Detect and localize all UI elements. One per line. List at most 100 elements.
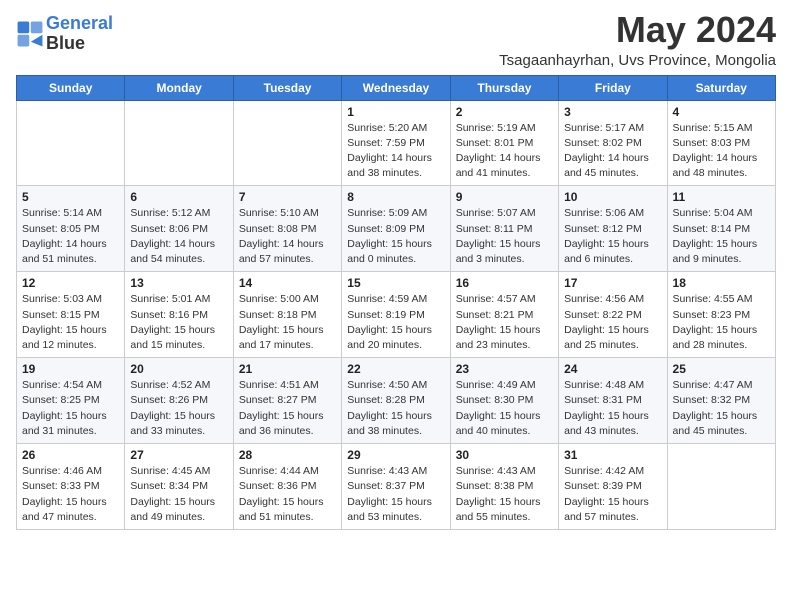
calendar-cell: 22 Sunrise: 4:50 AM Sunset: 8:28 PM Dayli… [342,358,450,444]
day-number: 24 [564,362,661,376]
title-block: May 2024 Tsagaanhayrhan, Uvs Province, M… [499,10,776,69]
weekday-header-tuesday: Tuesday [233,75,341,100]
calendar-cell: 29Sunrise: 4:43 AM Sunset: 8:37 PM Dayli… [342,444,450,530]
day-number: 9 [456,190,553,204]
day-info: Sunrise: 5:20 AM Sunset: 7:59 PM Dayligh… [347,121,444,182]
day-number: 29 [347,448,444,462]
day-number: 4 [673,105,770,119]
calendar-cell: 24 Sunrise: 4:48 AM Sunset: 8:31 PM Dayli… [559,358,667,444]
day-number: 31 [564,448,661,462]
day-number: 8 [347,190,444,204]
day-info: Sunrise: 4:46 AM Sunset: 8:33 PM Dayligh… [22,464,119,525]
day-info: Sunrise: 4:42 AM Sunset: 8:39 PM Dayligh… [564,464,661,525]
calendar-cell [17,100,125,186]
logo-text: GeneralBlue [46,14,113,54]
day-number: 17 [564,276,661,290]
day-info: Sunrise: 4:59 AM Sunset: 8:19 PM Dayligh… [347,292,444,353]
calendar-cell: 9 Sunrise: 5:07 AM Sunset: 8:11 PM Daylig… [450,186,558,272]
calendar-cell: 15Sunrise: 4:59 AM Sunset: 8:19 PM Dayli… [342,272,450,358]
day-info: Sunrise: 4:50 AM Sunset: 8:28 PM Dayligh… [347,378,444,439]
calendar-week-1: 1 Sunrise: 5:20 AM Sunset: 7:59 PM Daylig… [17,100,776,186]
day-info: Sunrise: 4:47 AM Sunset: 8:32 PM Dayligh… [673,378,770,439]
day-info: Sunrise: 5:01 AM Sunset: 8:16 PM Dayligh… [130,292,227,353]
calendar-cell: 17 Sunrise: 4:56 AM Sunset: 8:22 PM Dayli… [559,272,667,358]
day-info: Sunrise: 5:09 AM Sunset: 8:09 PM Dayligh… [347,206,444,267]
weekday-header-row: SundayMondayTuesdayWednesdayThursdayFrid… [17,75,776,100]
calendar-cell: 23Sunrise: 4:49 AM Sunset: 8:30 PM Dayli… [450,358,558,444]
day-info: Sunrise: 4:48 AM Sunset: 8:31 PM Dayligh… [564,378,661,439]
calendar-cell [667,444,775,530]
day-info: Sunrise: 5:00 AM Sunset: 8:18 PM Dayligh… [239,292,336,353]
day-info: Sunrise: 5:06 AM Sunset: 8:12 PM Dayligh… [564,206,661,267]
day-info: Sunrise: 5:14 AM Sunset: 8:05 PM Dayligh… [22,206,119,267]
day-info: Sunrise: 5:10 AM Sunset: 8:08 PM Dayligh… [239,206,336,267]
day-info: Sunrise: 4:44 AM Sunset: 8:36 PM Dayligh… [239,464,336,525]
day-info: Sunrise: 4:54 AM Sunset: 8:25 PM Dayligh… [22,378,119,439]
day-info: Sunrise: 4:56 AM Sunset: 8:22 PM Dayligh… [564,292,661,353]
calendar-cell: 31 Sunrise: 4:42 AM Sunset: 8:39 PM Dayli… [559,444,667,530]
calendar-cell: 18 Sunrise: 4:55 AM Sunset: 8:23 PM Dayli… [667,272,775,358]
page-header: GeneralBlue May 2024 Tsagaanhayrhan, Uvs… [16,10,776,69]
calendar-cell: 30Sunrise: 4:43 AM Sunset: 8:38 PM Dayli… [450,444,558,530]
day-number: 18 [673,276,770,290]
day-number: 22 [347,362,444,376]
day-number: 12 [22,276,119,290]
day-number: 30 [456,448,553,462]
day-info: Sunrise: 5:07 AM Sunset: 8:11 PM Dayligh… [456,206,553,267]
day-number: 3 [564,105,661,119]
calendar-cell: 8 Sunrise: 5:09 AM Sunset: 8:09 PM Daylig… [342,186,450,272]
day-info: Sunrise: 4:55 AM Sunset: 8:23 PM Dayligh… [673,292,770,353]
calendar-cell: 16 Sunrise: 4:57 AM Sunset: 8:21 PM Dayli… [450,272,558,358]
calendar-cell: 26Sunrise: 4:46 AM Sunset: 8:33 PM Dayli… [17,444,125,530]
day-number: 23 [456,362,553,376]
day-info: Sunrise: 5:17 AM Sunset: 8:02 PM Dayligh… [564,121,661,182]
calendar-cell: 21Sunrise: 4:51 AM Sunset: 8:27 PM Dayli… [233,358,341,444]
calendar-cell: 14 Sunrise: 5:00 AM Sunset: 8:18 PM Dayli… [233,272,341,358]
day-number: 19 [22,362,119,376]
day-number: 6 [130,190,227,204]
logo-icon [16,20,44,48]
day-info: Sunrise: 5:03 AM Sunset: 8:15 PM Dayligh… [22,292,119,353]
day-info: Sunrise: 5:19 AM Sunset: 8:01 PM Dayligh… [456,121,553,182]
calendar-table: SundayMondayTuesdayWednesdayThursdayFrid… [16,75,776,530]
calendar-cell: 7 Sunrise: 5:10 AM Sunset: 8:08 PM Daylig… [233,186,341,272]
calendar-cell: 4 Sunrise: 5:15 AM Sunset: 8:03 PM Daylig… [667,100,775,186]
calendar-cell: 19 Sunrise: 4:54 AM Sunset: 8:25 PM Dayli… [17,358,125,444]
calendar-cell [125,100,233,186]
day-info: Sunrise: 4:52 AM Sunset: 8:26 PM Dayligh… [130,378,227,439]
calendar-cell: 28 Sunrise: 4:44 AM Sunset: 8:36 PM Dayli… [233,444,341,530]
calendar-week-2: 5 Sunrise: 5:14 AM Sunset: 8:05 PM Daylig… [17,186,776,272]
calendar-cell: 25Sunrise: 4:47 AM Sunset: 8:32 PM Dayli… [667,358,775,444]
day-number: 27 [130,448,227,462]
day-number: 1 [347,105,444,119]
logo: GeneralBlue [16,14,113,54]
calendar-week-5: 26Sunrise: 4:46 AM Sunset: 8:33 PM Dayli… [17,444,776,530]
day-info: Sunrise: 5:15 AM Sunset: 8:03 PM Dayligh… [673,121,770,182]
day-number: 5 [22,190,119,204]
month-title: May 2024 [499,10,776,50]
day-info: Sunrise: 5:04 AM Sunset: 8:14 PM Dayligh… [673,206,770,267]
day-number: 28 [239,448,336,462]
day-number: 16 [456,276,553,290]
day-info: Sunrise: 5:12 AM Sunset: 8:06 PM Dayligh… [130,206,227,267]
weekday-header-saturday: Saturday [667,75,775,100]
calendar-week-3: 12 Sunrise: 5:03 AM Sunset: 8:15 PM Dayli… [17,272,776,358]
weekday-header-monday: Monday [125,75,233,100]
weekday-header-wednesday: Wednesday [342,75,450,100]
day-number: 13 [130,276,227,290]
calendar-cell: 13 Sunrise: 5:01 AM Sunset: 8:16 PM Dayli… [125,272,233,358]
day-number: 14 [239,276,336,290]
day-number: 21 [239,362,336,376]
day-number: 20 [130,362,227,376]
day-number: 10 [564,190,661,204]
calendar-week-4: 19 Sunrise: 4:54 AM Sunset: 8:25 PM Dayli… [17,358,776,444]
day-number: 11 [673,190,770,204]
calendar-cell: 10 Sunrise: 5:06 AM Sunset: 8:12 PM Dayli… [559,186,667,272]
day-number: 2 [456,105,553,119]
weekday-header-sunday: Sunday [17,75,125,100]
day-info: Sunrise: 4:57 AM Sunset: 8:21 PM Dayligh… [456,292,553,353]
calendar-cell: 20 Sunrise: 4:52 AM Sunset: 8:26 PM Dayli… [125,358,233,444]
day-info: Sunrise: 4:45 AM Sunset: 8:34 PM Dayligh… [130,464,227,525]
day-number: 7 [239,190,336,204]
location-title: Tsagaanhayrhan, Uvs Province, Mongolia [499,52,776,69]
